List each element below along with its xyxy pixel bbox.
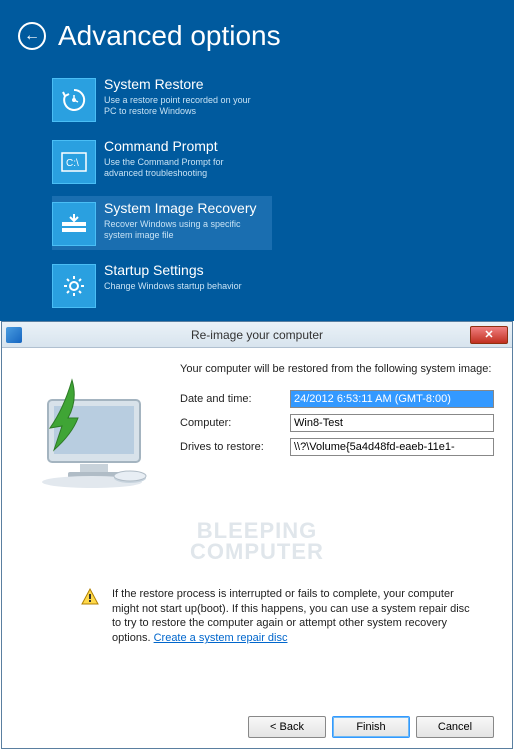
close-button[interactable]: ✕ — [470, 326, 508, 344]
create-repair-disc-link[interactable]: Create a system repair disc — [154, 632, 288, 644]
cancel-button[interactable]: Cancel — [416, 716, 494, 738]
dialog-titlebar[interactable]: Re-image your computer ✕ — [2, 322, 512, 348]
intro-text: Your computer will be restored from the … — [180, 362, 494, 376]
dialog-info-col: Your computer will be restored from the … — [180, 362, 494, 497]
tile-desc: Use the Command Prompt for advanced trou… — [104, 157, 264, 180]
finish-button[interactable]: Finish — [332, 716, 410, 738]
back-arrow-icon: ← — [24, 27, 40, 45]
value-computer[interactable]: Win8-Test — [290, 414, 494, 432]
warning-icon — [80, 587, 100, 607]
row-datetime: Date and time: 24/2012 6:53:11 AM (GMT-8… — [180, 390, 494, 408]
watermark-line2: COMPUTER — [20, 542, 494, 563]
svg-text:C:\: C:\ — [66, 158, 79, 169]
monitor-restore-icon — [20, 372, 160, 492]
back-button[interactable]: ← — [18, 22, 46, 50]
close-icon: ✕ — [484, 328, 493, 341]
header-row: ← Advanced options — [18, 20, 496, 52]
tile-command-prompt[interactable]: C:\ Command Prompt Use the Command Promp… — [52, 134, 272, 188]
warning-text: If the restore process is interrupted or… — [112, 587, 480, 646]
tile-title: System Image Recovery — [104, 200, 264, 217]
label-drives: Drives to restore: — [180, 441, 290, 453]
advanced-options-panel: ← Advanced options System Restore Use a … — [0, 0, 514, 321]
dialog-graphic-col — [20, 362, 180, 497]
label-datetime: Date and time: — [180, 393, 290, 405]
row-computer: Computer: Win8-Test — [180, 414, 494, 432]
settings-icon — [52, 264, 96, 308]
reimage-dialog: Re-image your computer ✕ Your com — [1, 321, 513, 749]
cmd-icon: C:\ — [52, 140, 96, 184]
tile-title: Startup Settings — [104, 262, 242, 279]
watermark: BLEEPING COMPUTER — [20, 521, 494, 563]
restore-icon — [52, 78, 96, 122]
dialog-button-row: < Back Finish Cancel — [20, 704, 494, 738]
tile-desc: Use a restore point recorded on your PC … — [104, 95, 264, 118]
value-datetime[interactable]: 24/2012 6:53:11 AM (GMT-8:00) — [290, 390, 494, 408]
dialog-body: Your computer will be restored from the … — [2, 348, 512, 748]
dialog-app-icon — [6, 327, 22, 343]
back-button[interactable]: < Back — [248, 716, 326, 738]
image-recovery-icon — [52, 202, 96, 246]
warning-row: If the restore process is interrupted or… — [20, 587, 494, 646]
tile-system-restore[interactable]: System Restore Use a restore point recor… — [52, 72, 272, 126]
dialog-title: Re-image your computer — [191, 328, 323, 342]
tile-title: Command Prompt — [104, 138, 264, 155]
tile-system-image-recovery[interactable]: System Image Recovery Recover Windows us… — [52, 196, 272, 250]
value-drives[interactable]: \\?\Volume{5a4d48fd-eaeb-11e1- — [290, 438, 494, 456]
tile-title: System Restore — [104, 76, 264, 93]
page-title: Advanced options — [58, 20, 281, 52]
tile-startup-settings[interactable]: Startup Settings Change Windows startup … — [52, 258, 272, 312]
tile-desc: Recover Windows using a specific system … — [104, 219, 264, 242]
label-computer: Computer: — [180, 417, 290, 429]
tile-desc: Change Windows startup behavior — [104, 281, 242, 293]
row-drives: Drives to restore: \\?\Volume{5a4d48fd-e… — [180, 438, 494, 456]
